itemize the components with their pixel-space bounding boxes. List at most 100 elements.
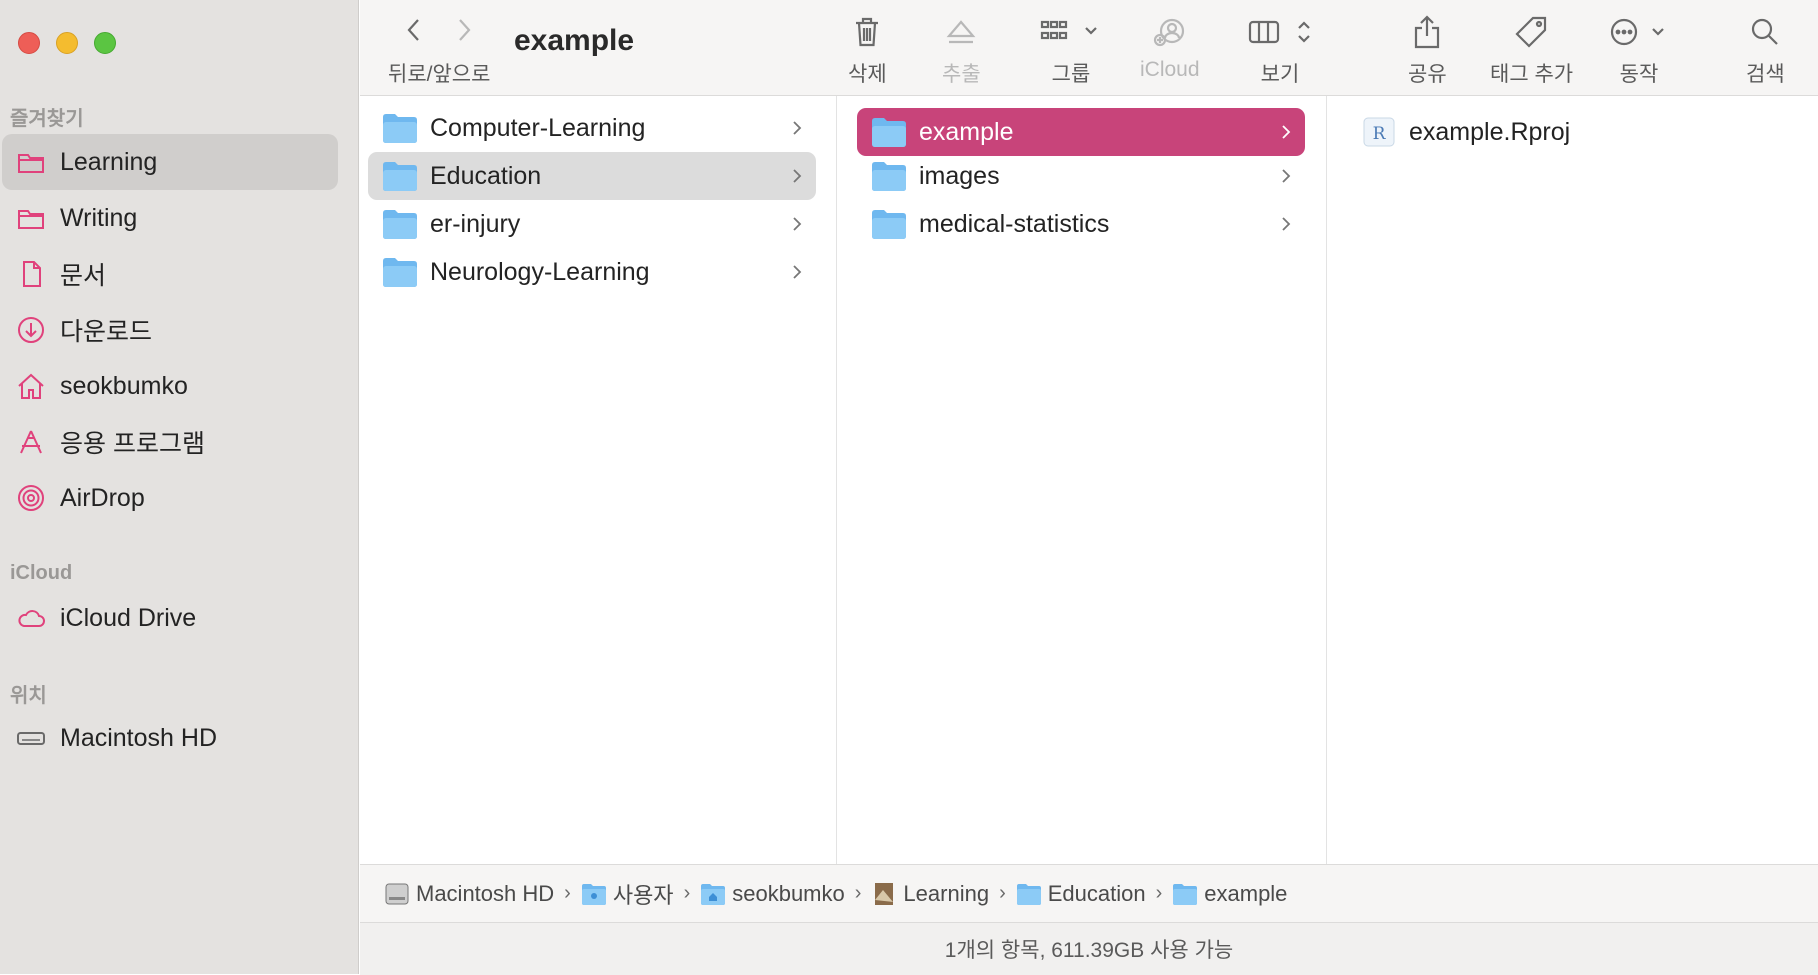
delete-label: 삭제 xyxy=(848,63,887,86)
tag-icon xyxy=(1515,16,1546,48)
breadcrumb-label: seokbumko xyxy=(732,880,845,906)
folder-icon xyxy=(14,201,48,235)
item-name: er-injury xyxy=(430,209,521,238)
zoom-window-button[interactable] xyxy=(94,32,116,54)
share-icon xyxy=(1415,15,1440,49)
document-icon xyxy=(14,257,48,291)
chevron-right-icon xyxy=(793,217,802,231)
chevron-right-icon xyxy=(1282,125,1291,139)
breadcrumb-item[interactable]: Education › xyxy=(1016,881,1173,907)
sidebar-item-icloud-drive[interactable]: iCloud Drive xyxy=(2,590,338,646)
chevron-right-icon xyxy=(793,265,802,279)
sidebar-item-documents[interactable]: 문서 xyxy=(2,246,338,302)
sidebar-item-label: Macintosh HD xyxy=(60,723,217,752)
chevron-right-icon: › xyxy=(1155,882,1163,904)
users-folder-icon xyxy=(581,883,606,905)
eject-icon xyxy=(946,20,976,44)
item-name: Computer-Learning xyxy=(430,113,646,142)
minimize-window-button[interactable] xyxy=(56,32,78,54)
search-button[interactable]: 검색 xyxy=(1746,12,1785,88)
chevron-right-icon: › xyxy=(999,882,1006,904)
sidebar-item-downloads[interactable]: 다운로드 xyxy=(2,302,338,358)
chevron-right-icon: › xyxy=(564,882,571,904)
svg-text:R: R xyxy=(1373,124,1387,144)
breadcrumb-item[interactable]: 사용자 › xyxy=(581,878,700,910)
breadcrumb-label: 사용자 xyxy=(612,882,674,908)
close-window-button[interactable] xyxy=(18,32,40,54)
home-icon xyxy=(14,369,48,403)
item-name: Neurology-Learning xyxy=(430,257,650,286)
nav-label: 뒤로/앞으로 xyxy=(388,63,491,86)
sidebar-item-writing[interactable]: Writing xyxy=(2,190,338,246)
folder-icon xyxy=(383,114,417,143)
folder-icon xyxy=(14,145,48,179)
sidebar-item-macintosh-hd[interactable]: Macintosh HD xyxy=(2,710,338,766)
ellipsis-circle-icon xyxy=(1610,18,1664,46)
breadcrumb-item[interactable]: example xyxy=(1172,881,1287,907)
list-item[interactable]: Computer-Learning xyxy=(368,104,816,152)
sidebar-item-label: iCloud Drive xyxy=(60,603,197,632)
list-item[interactable]: medical-statistics xyxy=(857,200,1305,248)
navigation-group: 뒤로/앞으로 xyxy=(388,12,490,88)
trash-icon xyxy=(856,17,879,47)
sidebar-item-label: seokbumko xyxy=(60,371,188,400)
columns-view-icon xyxy=(1248,20,1310,44)
sidebar-item-label: 응용 프로그램 xyxy=(60,430,205,458)
breadcrumb-item[interactable]: Macintosh HD › xyxy=(384,881,581,907)
sidebar-item-label: 다운로드 xyxy=(60,318,153,346)
list-item[interactable]: example xyxy=(857,108,1305,156)
chevron-left-icon xyxy=(407,18,420,41)
view-button[interactable]: 보기 xyxy=(1248,12,1312,88)
home-folder-icon xyxy=(701,883,726,905)
sidebar-item-airdrop[interactable]: AirDrop xyxy=(2,470,338,526)
sidebar-item-label: AirDrop xyxy=(60,483,145,512)
forward-button[interactable] xyxy=(454,16,474,49)
add-tag-button[interactable]: 태그 추가 xyxy=(1490,12,1573,88)
action-button[interactable]: 동작 xyxy=(1608,12,1670,88)
icloud-label: iCloud xyxy=(1140,58,1200,81)
sidebar-item-home[interactable]: seokbumko xyxy=(2,358,338,414)
breadcrumb-label: example xyxy=(1204,880,1288,906)
list-item[interactable]: Education xyxy=(368,152,816,200)
list-item[interactable]: R example.Rproj xyxy=(1347,108,1787,156)
share-button[interactable]: 공유 xyxy=(1408,12,1447,88)
folder-icon xyxy=(383,210,417,239)
list-item[interactable]: er-injury xyxy=(368,200,816,248)
group-button[interactable]: 그룹 xyxy=(1040,12,1102,88)
list-item[interactable]: images xyxy=(857,152,1305,200)
item-name: example.Rproj xyxy=(1409,117,1571,146)
icloud-person-icon xyxy=(1153,18,1184,47)
item-name: medical-statistics xyxy=(919,209,1110,238)
folder-icon xyxy=(383,162,417,191)
column-1: Computer-Learning Education er-injury Ne… xyxy=(360,96,837,864)
search-icon xyxy=(1752,18,1779,45)
item-name: images xyxy=(919,161,1000,190)
breadcrumb-item[interactable]: Learning › xyxy=(871,881,1015,907)
path-bar: Macintosh HD › 사용자 › seokbumko › Learnin… xyxy=(360,864,1818,922)
rproj-file-icon: R xyxy=(1363,117,1395,147)
group-label: 그룹 xyxy=(1051,63,1091,86)
folder-icon xyxy=(1016,883,1041,905)
chevron-right-icon: › xyxy=(854,882,862,904)
delete-button[interactable]: 삭제 xyxy=(848,12,887,88)
item-name: Education xyxy=(430,161,542,190)
icloud-share-button[interactable]: iCloud xyxy=(1140,12,1200,82)
back-button[interactable] xyxy=(404,16,424,49)
tag-label: 태그 추가 xyxy=(1490,63,1574,86)
sidebar-item-learning[interactable]: Learning xyxy=(2,134,338,190)
sidebar-item-label: Writing xyxy=(60,203,138,232)
eject-button[interactable]: 추출 xyxy=(942,12,981,88)
chevron-right-icon xyxy=(459,18,471,41)
airdrop-icon xyxy=(14,481,48,515)
status-text: 1개의 항목, 611.39GB 사용 가능 xyxy=(944,939,1234,962)
list-item[interactable]: Neurology-Learning xyxy=(368,248,816,296)
sidebar-item-applications[interactable]: 응용 프로그램 xyxy=(2,414,338,470)
folder-icon xyxy=(872,210,906,239)
sidebar-section-locations: 위치 xyxy=(10,685,47,707)
sidebar: 즐겨찾기 Learning Writing 문서 다운로드 seokbumko … xyxy=(0,0,359,974)
chevron-right-icon: › xyxy=(683,882,691,904)
window-title: example xyxy=(514,24,635,57)
breadcrumb-item[interactable]: seokbumko › xyxy=(700,881,871,907)
custom-folder-icon xyxy=(875,882,894,905)
applications-icon xyxy=(14,425,48,459)
